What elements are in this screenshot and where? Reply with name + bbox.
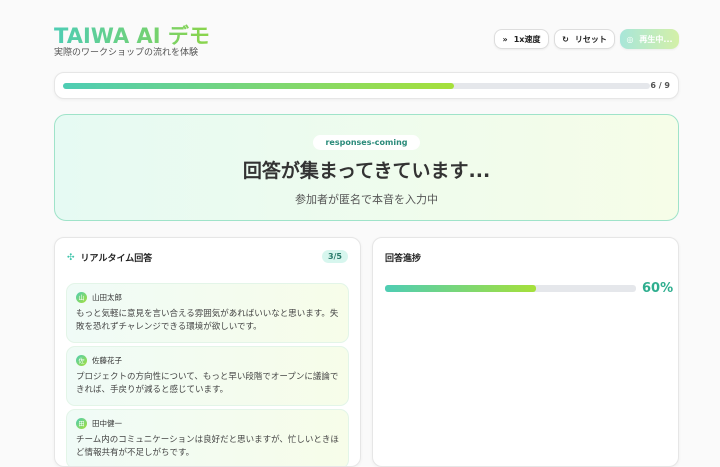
step-counter: 6 / 9 bbox=[650, 81, 670, 90]
answer-progress-title: 回答進捗 bbox=[385, 254, 422, 264]
response-item: 佐佐藤花子プロジェクトの方向性について、もっと早い段階でオープンに議論できれば、… bbox=[66, 346, 349, 407]
step-progress-fill bbox=[63, 83, 455, 89]
status-badge: responses-coming bbox=[313, 135, 420, 150]
respondent-name: 田中健一 bbox=[92, 419, 122, 428]
response-text: もっと気軽に意見を言い合える雰囲気があればいいなと思います。失敗を恐れずチャレン… bbox=[76, 309, 339, 333]
avatar: 田 bbox=[76, 418, 87, 429]
speed-label: 1x速度 bbox=[513, 34, 541, 44]
step-progress-bar bbox=[63, 83, 650, 89]
responses-title: リアルタイム回答 bbox=[80, 254, 153, 264]
answer-progress-fill bbox=[385, 285, 536, 292]
respondent-name: 山田太郎 bbox=[92, 293, 122, 302]
answer-progress-bar bbox=[385, 285, 636, 292]
responses-count-badge: 3/5 bbox=[321, 250, 348, 263]
reset-label: リセット bbox=[574, 34, 607, 44]
play-button[interactable]: ◎ 再生中... bbox=[620, 29, 679, 49]
refresh-icon: ↻ bbox=[562, 34, 569, 44]
answer-progress-percent: 60% bbox=[642, 281, 674, 296]
answer-progress-panel: 回答進捗 60% bbox=[372, 237, 679, 467]
status-heading: 回答が集まってきています... bbox=[242, 160, 491, 182]
play-icon: ◎ bbox=[626, 34, 634, 44]
sparkle-icon: ✣ bbox=[67, 252, 75, 263]
responses-panel: ✣ リアルタイム回答 3/5 山山田太郎もっと気軽に意見を言い合える雰囲気があれ… bbox=[54, 237, 361, 467]
response-item: 山山田太郎もっと気軽に意見を言い合える雰囲気があればいいなと思います。失敗を恐れ… bbox=[66, 283, 349, 344]
step-progress-card: 6 / 9 bbox=[54, 72, 679, 99]
play-label: 再生中... bbox=[639, 34, 673, 44]
respondent-name: 佐藤花子 bbox=[92, 356, 122, 365]
avatar: 山 bbox=[76, 292, 87, 303]
fast-forward-icon: » bbox=[502, 34, 508, 44]
speed-button[interactable]: » 1x速度 bbox=[494, 29, 549, 49]
app-subtitle: 実際のワークショップの流れを体験 bbox=[54, 48, 199, 58]
response-item: 田田中健一チーム内のコミュニケーションは良好だと思いますが、忙しいときほど情報共… bbox=[66, 409, 349, 466]
response-text: チーム内のコミュニケーションは良好だと思いますが、忙しいときほど情報共有が不足し… bbox=[76, 435, 339, 459]
status-description: 参加者が匿名で本音を入力中 bbox=[295, 193, 438, 206]
avatar: 佐 bbox=[76, 355, 87, 366]
status-hero: responses-coming 回答が集まってきています... 参加者が匿名で… bbox=[54, 114, 679, 221]
response-text: プロジェクトの方向性について、もっと早い段階でオープンに議論できれば、手戻りが減… bbox=[76, 372, 339, 396]
reset-button[interactable]: ↻ リセット bbox=[554, 29, 615, 49]
